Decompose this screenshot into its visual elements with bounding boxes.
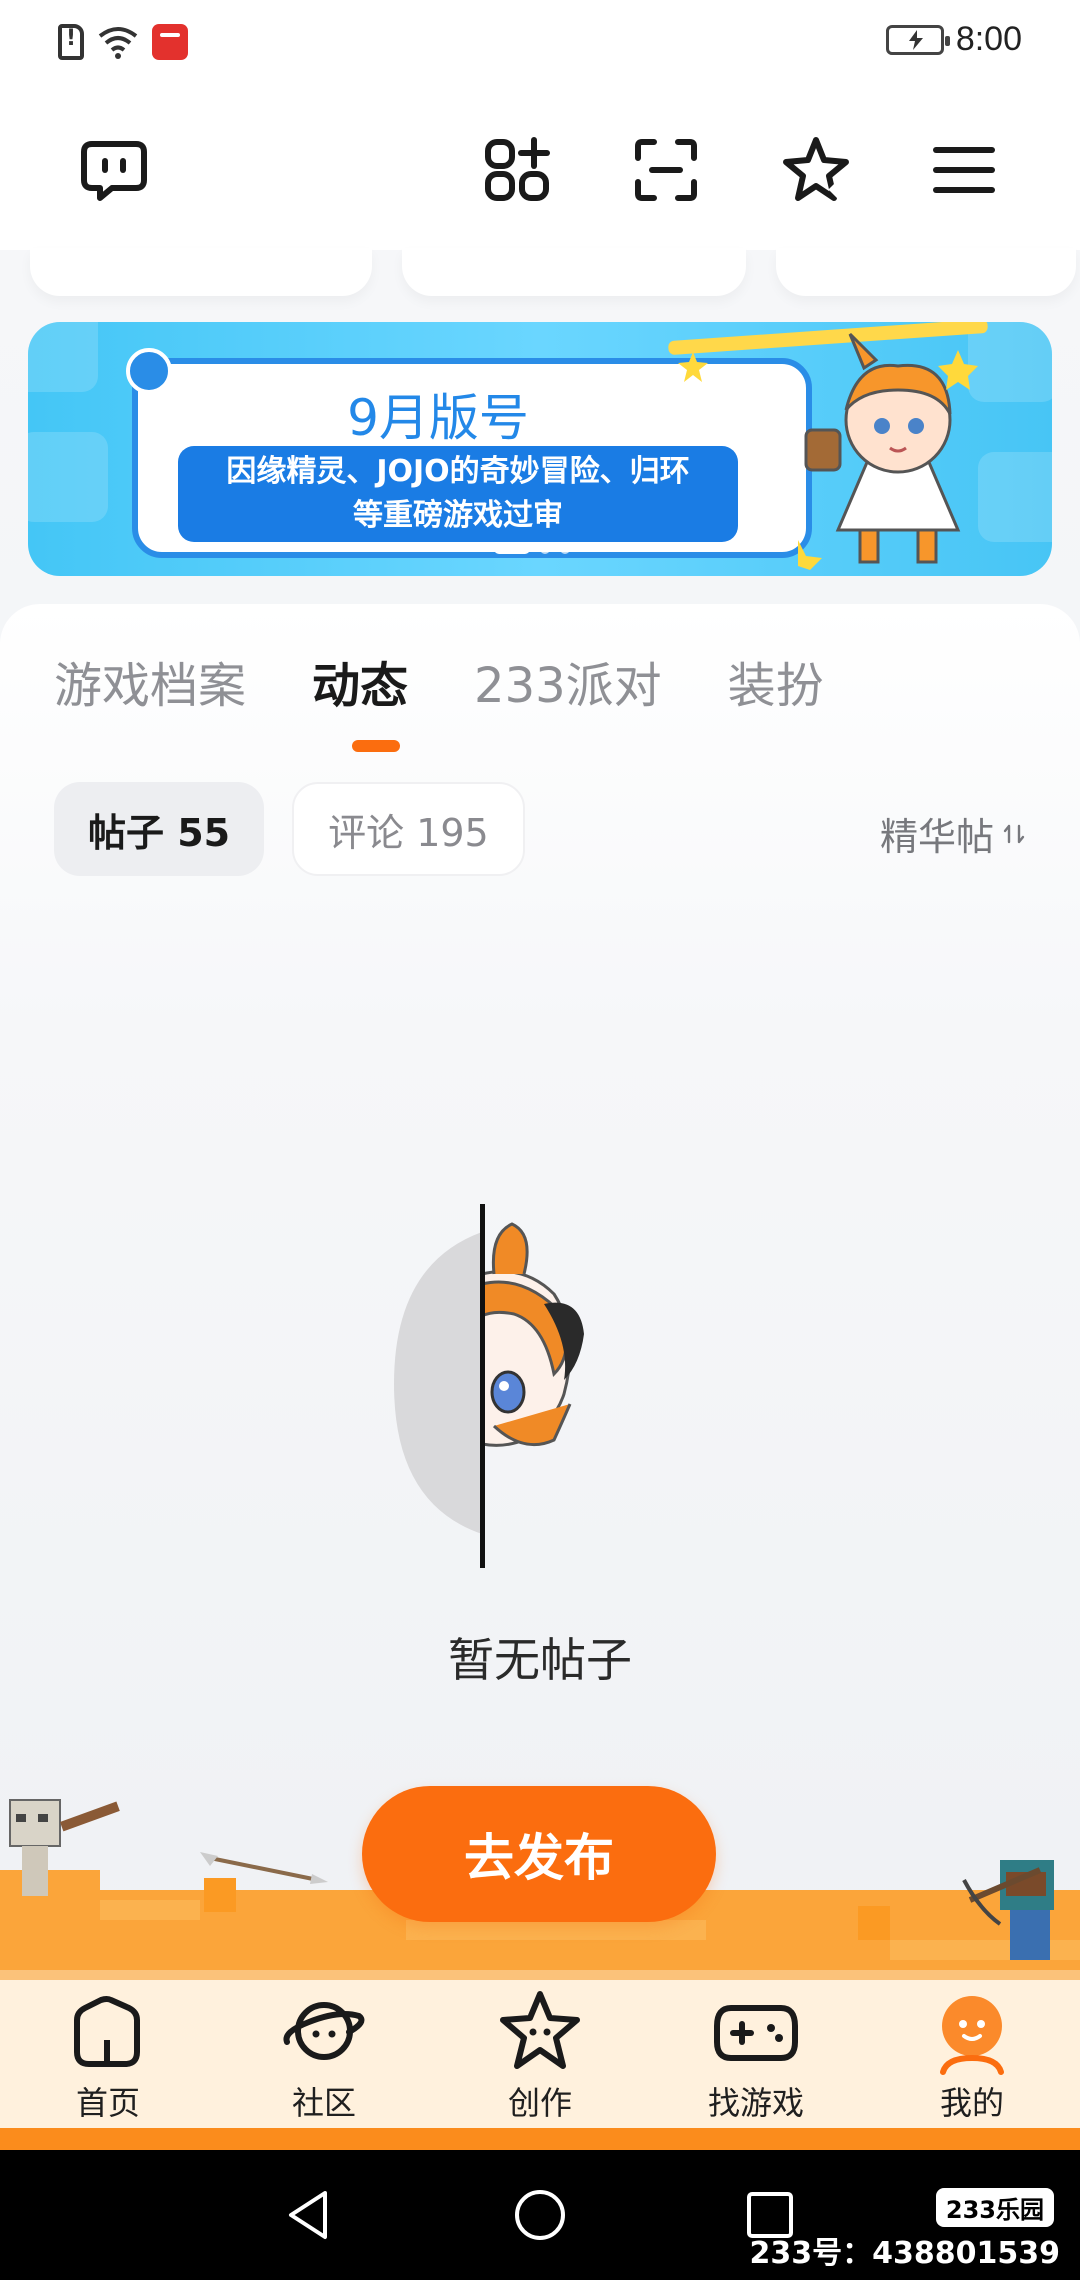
battery-charging-icon	[885, 24, 950, 55]
watermark-logo: 233乐园	[935, 2188, 1054, 2227]
nav-item-me[interactable]: 我的	[892, 1980, 1052, 2130]
empty-state-message: 暂无帖子	[448, 1633, 632, 1687]
sim-alert-icon	[58, 24, 84, 60]
featured-sort-button[interactable]: 精华帖	[880, 806, 1026, 861]
star-face-icon	[500, 1991, 580, 2069]
nav-label-create: 创作	[507, 2084, 572, 2122]
tab-bar: 游戏档案 动态 233派对 装扮	[54, 646, 890, 716]
publish-button[interactable]: 去发布	[362, 1786, 716, 1922]
banner-mascot-icon	[126, 348, 172, 394]
nav-item-home[interactable]: 首页	[28, 1980, 188, 2130]
nav-label-community: 社区	[291, 2084, 356, 2122]
app-notification-icon	[152, 24, 188, 60]
nav-accent-strip	[0, 2128, 1080, 2150]
banner-subtitle-line2: 等重磅游戏过审	[353, 498, 563, 533]
star-sparkle-icon[interactable]	[776, 130, 856, 210]
watermark-id: 233号：438801539	[749, 2236, 1061, 2271]
nav-item-create[interactable]: 创作	[460, 1980, 620, 2130]
active-tab-indicator	[352, 740, 400, 752]
posts-filter-chip[interactable]: 帖子 55	[54, 782, 265, 876]
banner-page-dot-active	[494, 544, 530, 554]
comments-filter-chip[interactable]: 评论 195	[292, 782, 525, 876]
nav-item-community[interactable]: 社区	[244, 1980, 404, 2130]
star-decoration-icon	[678, 352, 708, 382]
banner-page-dot	[560, 544, 570, 554]
sort-toggle-icon	[1003, 824, 1025, 843]
status-time: 8:00	[955, 20, 1022, 58]
status-icons-left	[58, 24, 188, 60]
bottom-nav: 首页 社区 创作 找游戏 我的	[0, 1980, 1080, 2130]
tab-activity[interactable]: 动态	[312, 646, 408, 716]
tab-game-profile[interactable]: 游戏档案	[54, 646, 246, 716]
status-bar: 8:00	[0, 0, 1080, 90]
status-icons-right: 8:00	[885, 20, 1022, 59]
peek-card[interactable]	[402, 248, 746, 296]
nav-label-find-games: 找游戏	[707, 2084, 804, 2122]
banner-decoration	[28, 432, 108, 522]
peek-card[interactable]	[30, 248, 372, 296]
back-triangle-icon	[289, 2191, 327, 2239]
tab-233-party[interactable]: 233派对	[474, 646, 662, 716]
banner-subtitle-line1: 因缘精灵、JOJO的奇妙冒险、归环	[226, 454, 690, 489]
back-button[interactable]	[274, 2180, 344, 2250]
promo-banner[interactable]: 9月版号 因缘精灵、JOJO的奇妙冒险、归环 等重磅游戏过审	[28, 322, 1052, 576]
home-circle-icon	[515, 2190, 565, 2240]
banner-title: 9月版号	[347, 389, 529, 447]
filter-chips: 帖子 55 评论 195	[54, 782, 525, 876]
gamepad-icon	[714, 2005, 798, 2061]
top-toolbar	[0, 90, 1080, 250]
banner-card: 9月版号 因缘精灵、JOJO的奇妙冒险、归环 等重磅游戏过审	[132, 358, 812, 558]
menu-icon[interactable]	[924, 130, 1004, 210]
planet-icon	[283, 2002, 365, 2060]
scan-icon[interactable]	[626, 130, 706, 210]
banner-decoration	[28, 322, 98, 392]
nav-label-home: 首页	[75, 2084, 140, 2122]
nav-item-find-games[interactable]: 找游戏	[676, 1980, 836, 2130]
empty-state-illustration	[394, 1204, 584, 1568]
banner-page-dot	[540, 544, 550, 554]
featured-sort-label: 精华帖	[879, 815, 994, 859]
crossbow-character-image	[962, 1860, 1054, 1960]
tab-outfit[interactable]: 装扮	[728, 646, 824, 716]
banner-pagination	[494, 544, 570, 554]
add-widget-icon[interactable]	[478, 130, 558, 210]
system-nav-bar: 233乐园 233号：438801539	[0, 2150, 1080, 2280]
arrow-decoration-icon	[200, 1852, 328, 1884]
profile-face-icon	[940, 1996, 1004, 2075]
home-button[interactable]	[505, 2180, 575, 2250]
peek-card[interactable]	[776, 248, 1076, 296]
banner-subtitle: 因缘精灵、JOJO的奇妙冒险、归环 等重磅游戏过审	[178, 446, 738, 542]
message-bubble-icon[interactable]	[74, 130, 154, 210]
wifi-icon	[98, 27, 138, 59]
home-icon	[74, 1996, 140, 2067]
nav-label-me: 我的	[939, 2084, 1004, 2122]
banner-character-image	[798, 332, 978, 570]
skeleton-character-image	[9, 1799, 120, 1896]
